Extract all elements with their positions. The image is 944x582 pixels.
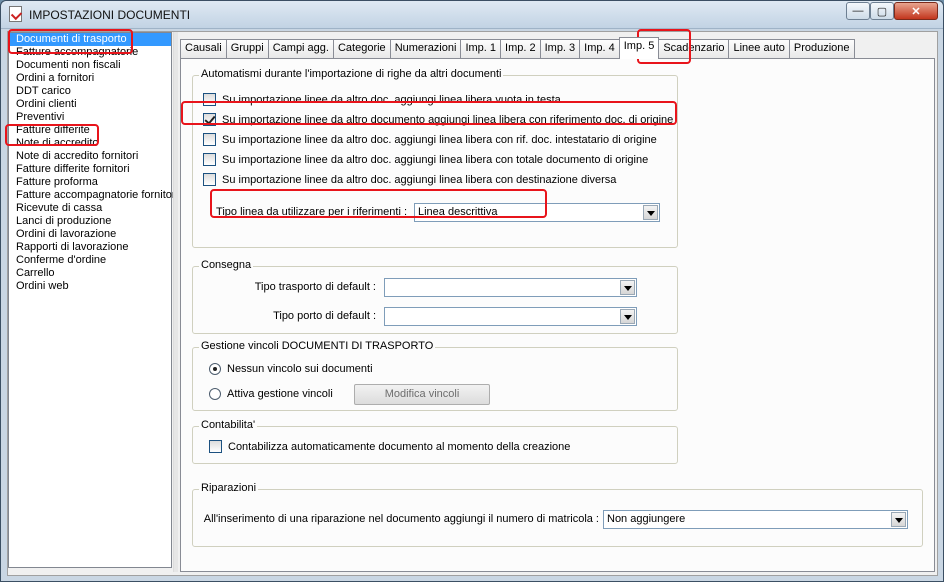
option-intestatario-origine[interactable]: Su importazione linee da altro doc. aggi… (203, 133, 657, 146)
checkbox-destinazione-diversa[interactable] (203, 173, 216, 186)
tab-scadenzario[interactable]: Scadenzario (658, 39, 730, 58)
tipo-trasporto-label: Tipo trasporto di default : (254, 281, 376, 293)
doc-list-item[interactable]: Ordini a fornitori (9, 72, 171, 85)
tab-categorie[interactable]: Categorie (332, 39, 391, 58)
radio-attiva-vincoli-label: Attiva gestione vincoli (227, 388, 333, 400)
splitter[interactable] (173, 32, 178, 572)
checkbox-intestatario-origine[interactable] (203, 133, 216, 146)
checkbox-totale-documento[interactable] (203, 153, 216, 166)
doc-list-item[interactable]: DDT carico (9, 85, 171, 98)
option-riferimento-origine[interactable]: Su importazione linee da altro documento… (203, 113, 673, 126)
doc-list-item[interactable]: Lanci di produzione (9, 215, 171, 228)
chevron-down-icon[interactable] (643, 205, 658, 220)
tab-produzione[interactable]: Produzione (788, 39, 855, 58)
group-consegna: Consegna Tipo trasporto di default : Tip… (192, 259, 678, 334)
doc-list-item[interactable]: Fatture accompagnatorie (9, 46, 171, 59)
maximize-button[interactable]: ▢ (870, 2, 894, 20)
modifica-vincoli-button[interactable]: Modifica vincoli (354, 384, 490, 405)
tab-imp-1[interactable]: Imp. 1 (460, 39, 502, 58)
doc-list-item[interactable]: Documenti di trasporto (9, 33, 171, 46)
tab-imp-3[interactable]: Imp. 3 (539, 39, 581, 58)
tab-campi-agg[interactable]: Campi agg. (267, 39, 334, 58)
tab-panel-imp5: Automatismi durante l'importazione di ri… (180, 58, 935, 572)
checkbox-linea-vuota[interactable] (203, 93, 216, 106)
app-icon (9, 6, 22, 22)
option-destinazione-diversa-label: Su importazione linee da altro doc. aggi… (222, 173, 617, 186)
radio-nessun-vincolo-label: Nessun vincolo sui documenti (227, 363, 373, 375)
doc-list-item[interactable]: Fatture differite fornitori (9, 163, 171, 176)
group-contabilita: Contabilita' Contabilizza automaticament… (192, 419, 678, 464)
option-linea-vuota-label: Su importazione linee da altro doc. aggi… (222, 93, 561, 106)
group-automatismi: Automatismi durante l'importazione di ri… (192, 68, 678, 248)
tipo-linea-select[interactable]: Linea descrittiva (414, 203, 660, 222)
doc-list-item[interactable]: Ordini web (9, 280, 171, 293)
tipo-linea-label: Tipo linea da utilizzare per i riferimen… (216, 206, 407, 218)
matricola-label: All'inserimento di una riparazione nel d… (203, 513, 599, 525)
option-totale-documento[interactable]: Su importazione linee da altro doc. aggi… (203, 153, 648, 166)
settings-window: IMPOSTAZIONI DOCUMENTI — ▢ ✕ Documenti d… (0, 0, 944, 582)
tab-linee-auto[interactable]: Linee auto (728, 39, 790, 58)
checkbox-contabilizza[interactable] (209, 440, 222, 453)
group-consegna-title: Consegna (199, 259, 254, 271)
doc-list-item[interactable]: Ordini di lavorazione (9, 228, 171, 241)
minimize-button[interactable]: — (846, 2, 870, 20)
client-area: Documenti di trasporto Fatture accompagna… (7, 31, 938, 576)
matricola-value: Non aggiungere (607, 513, 686, 525)
option-totale-documento-label: Su importazione linee da altro doc. aggi… (222, 153, 649, 166)
group-vincoli: Gestione vincoli DOCUMENTI DI TRASPORTO … (192, 340, 678, 411)
tab-strip: Causali Gruppi Campi agg. Categorie Numerazi… (180, 37, 855, 59)
tipo-trasporto-select[interactable] (384, 278, 637, 297)
tab-numerazioni[interactable]: Numerazioni (389, 39, 462, 58)
option-intestatario-origine-label: Su importazione linee da altro doc. aggi… (222, 133, 657, 146)
option-destinazione-diversa[interactable]: Su importazione linee da altro doc. aggi… (203, 173, 616, 186)
document-type-list[interactable]: Documenti di trasporto Fatture accompagna… (8, 32, 178, 568)
tab-causali[interactable]: Causali (180, 39, 227, 58)
option-riferimento-origine-label: Su importazione linee da altro documento… (222, 113, 674, 126)
chevron-down-icon[interactable] (891, 512, 906, 527)
doc-list-item[interactable]: Conferme d'ordine (9, 254, 171, 267)
doc-list-item[interactable]: Note di accredito (9, 137, 171, 150)
close-button[interactable]: ✕ (894, 2, 938, 20)
group-automatismi-title: Automatismi durante l'importazione di ri… (199, 68, 504, 80)
chevron-down-icon[interactable] (620, 280, 635, 295)
doc-list-item[interactable]: Rapporti di lavorazione (9, 241, 171, 254)
tipo-porto-label: Tipo porto di default : (273, 310, 376, 322)
doc-list-item[interactable]: Fatture proforma (9, 176, 171, 189)
doc-list-item[interactable]: Ricevute di cassa (9, 202, 171, 215)
doc-list-item[interactable]: Note di accredito fornitori (9, 150, 171, 163)
checkbox-riferimento-origine[interactable] (203, 113, 216, 126)
tab-imp-5[interactable]: Imp. 5 (618, 37, 660, 59)
chevron-down-icon[interactable] (620, 309, 635, 324)
radio-attiva-vincoli[interactable]: Attiva gestione vincoli (209, 388, 333, 400)
tab-imp-4[interactable]: Imp. 4 (579, 39, 620, 58)
tab-gruppi[interactable]: Gruppi (225, 39, 269, 58)
doc-list-item[interactable]: Carrello (9, 267, 171, 280)
option-contabilizza-label: Contabilizza automaticamente documento a… (228, 440, 571, 453)
radio-nessun-vincolo[interactable]: Nessun vincolo sui documenti (209, 363, 373, 375)
radio-attiva-vincoli-dot[interactable] (209, 388, 221, 400)
window-title: IMPOSTAZIONI DOCUMENTI (29, 8, 191, 22)
group-vincoli-title: Gestione vincoli DOCUMENTI DI TRASPORTO (199, 340, 436, 352)
doc-list-item[interactable]: Fatture differite (9, 124, 171, 137)
doc-list-item[interactable]: Fatture accompagnatorie fornitori (9, 189, 178, 202)
group-riparazioni-title: Riparazioni (199, 482, 259, 494)
option-contabilizza[interactable]: Contabilizza automaticamente documento a… (209, 440, 570, 453)
matricola-select[interactable]: Non aggiungere (603, 510, 908, 529)
tipo-linea-value: Linea descrittiva (418, 206, 498, 218)
doc-list-item[interactable]: Documenti non fiscali (9, 59, 171, 72)
tipo-porto-select[interactable] (384, 307, 637, 326)
option-linea-vuota[interactable]: Su importazione linee da altro doc. aggi… (203, 93, 561, 106)
doc-list-item[interactable]: Preventivi (9, 111, 171, 124)
radio-nessun-vincolo-dot[interactable] (209, 363, 221, 375)
tab-imp-2[interactable]: Imp. 2 (500, 39, 541, 58)
doc-list-item[interactable]: Ordini clienti (9, 98, 171, 111)
group-contabilita-title: Contabilita' (199, 419, 258, 431)
title-bar[interactable]: IMPOSTAZIONI DOCUMENTI — ▢ ✕ (1, 1, 943, 29)
group-riparazioni: Riparazioni All'inserimento di una ripar… (192, 482, 923, 547)
